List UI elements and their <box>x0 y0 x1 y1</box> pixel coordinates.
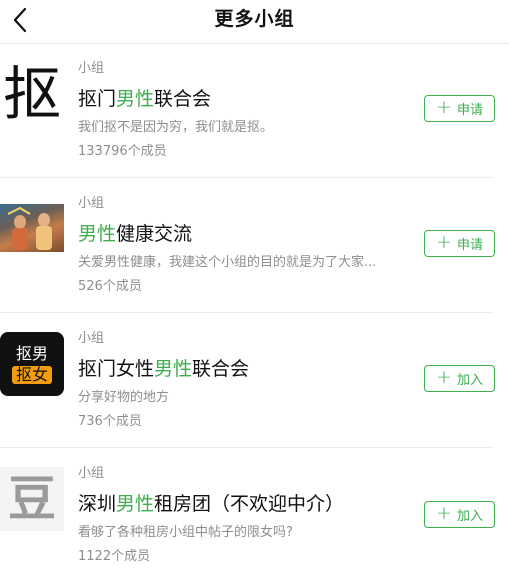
group-name: 深圳男性租房团（不欢迎中介） <box>78 491 423 517</box>
group-type-label: 小组 <box>78 196 105 211</box>
group-name-part: 联合会 <box>192 358 250 380</box>
group-type-label: 小组 <box>78 466 105 481</box>
group-name: 抠门男性联合会 <box>78 86 423 112</box>
group-name: 抠门女性男性联合会 <box>78 356 423 382</box>
avatar-glyph: 豆 <box>7 471 56 527</box>
member-count: 1122个成员 <box>78 549 151 564</box>
plus-icon: + <box>436 502 452 524</box>
avatar-photo-art <box>7 206 52 250</box>
group-name-part: 抠门女性 <box>78 358 155 380</box>
action-label: 加入 <box>456 509 483 524</box>
divider <box>0 447 494 448</box>
group-description: 分享好物的地方 <box>78 390 170 405</box>
member-count: 736个成员 <box>78 414 142 429</box>
group-name-highlight: 男性 <box>116 493 155 515</box>
member-count: 526个成员 <box>78 279 142 294</box>
plus-icon: + <box>436 231 452 253</box>
group-name-part: 租房团（不欢迎中介） <box>154 493 345 515</box>
group-avatar: 抠 <box>0 62 64 126</box>
apply-button[interactable]: + 申请 <box>424 230 495 257</box>
group-description: 关爱男性健康，我建这个小组的目的就是为了大家... <box>78 255 377 270</box>
group-description: 看够了各种租房小组中帖子的限女吗? <box>78 525 293 540</box>
group-name-highlight: 男性 <box>116 88 155 110</box>
group-name-highlight: 男性 <box>78 223 117 245</box>
group-name-part: 抠门 <box>78 88 117 110</box>
divider <box>0 312 494 313</box>
group-item[interactable]: 抠男 抠女 小组 抠门女性男性联合会 分享好物的地方 736个成员 + 加入 <box>0 314 509 449</box>
avatar-badge-top: 抠男 <box>15 343 48 363</box>
plus-icon: + <box>436 96 452 118</box>
nav-bar: 更多小组 <box>0 0 509 44</box>
group-name-highlight: 男性 <box>154 358 193 380</box>
avatar-glyph: 抠 <box>2 62 61 126</box>
divider <box>0 177 494 178</box>
action-label: 申请 <box>456 238 483 253</box>
group-type-label: 小组 <box>78 331 105 346</box>
plus-icon: + <box>436 366 452 388</box>
page-title: 更多小组 <box>214 8 295 30</box>
group-description: 我们抠不是因为穷，我们就是抠。 <box>78 120 274 135</box>
group-avatar-photo <box>0 204 64 252</box>
group-name-part: 联合会 <box>154 88 212 110</box>
apply-button[interactable]: + 申请 <box>424 95 495 122</box>
group-name-part: 深圳 <box>78 493 117 515</box>
group-avatar-badge: 抠男 抠女 <box>0 332 64 396</box>
group-item[interactable]: 豆 小组 深圳男性租房团（不欢迎中介） 看够了各种租房小组中帖子的限女吗? 11… <box>0 449 509 570</box>
group-item[interactable]: 小组 男性健康交流 关爱男性健康，我建这个小组的目的就是为了大家... 526个… <box>0 179 509 314</box>
action-label: 加入 <box>456 373 483 388</box>
group-avatar: 豆 <box>0 467 64 531</box>
group-item[interactable]: 抠 小组 抠门男性联合会 我们抠不是因为穷，我们就是抠。 133796个成员 +… <box>0 44 509 179</box>
join-button[interactable]: + 加入 <box>424 365 495 392</box>
member-count: 133796个成员 <box>78 144 167 159</box>
action-label: 申请 <box>456 103 483 118</box>
group-name-part: 健康交流 <box>116 223 193 245</box>
group-type-label: 小组 <box>78 61 105 76</box>
group-name: 男性健康交流 <box>78 221 423 247</box>
join-button[interactable]: + 加入 <box>424 501 495 528</box>
avatar-badge-bottom: 抠女 <box>11 365 52 384</box>
